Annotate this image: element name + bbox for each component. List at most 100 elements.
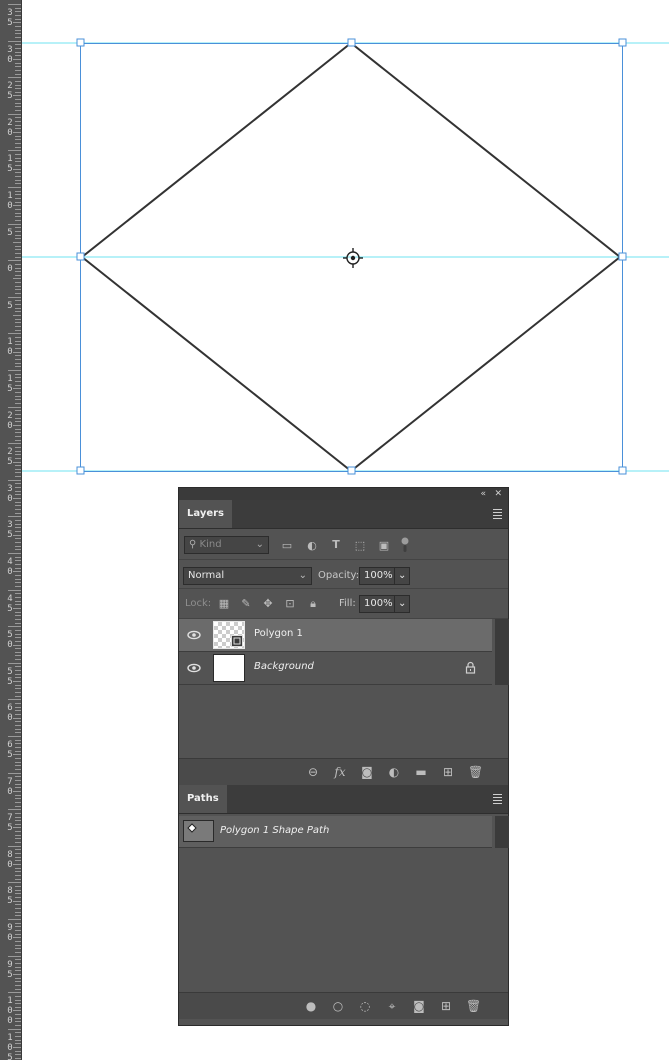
ruler-tick: [15, 1054, 21, 1055]
ruler-tick: [8, 516, 21, 517]
ruler-tick: [15, 246, 21, 247]
ruler-tick: [15, 33, 21, 34]
ruler-tick: [15, 366, 21, 367]
ruler-tick: [15, 128, 21, 129]
ruler-tick: [15, 454, 21, 455]
visibility-eye-icon[interactable]: [187, 629, 201, 641]
ruler-tick: [15, 612, 21, 613]
ruler-tick: [15, 1014, 21, 1015]
ruler-tick: [15, 337, 21, 338]
ruler-label: 3 5: [7, 520, 13, 541]
blend-mode-select[interactable]: Normal ⌄: [183, 567, 312, 585]
ruler-tick: [15, 692, 21, 693]
ruler-tick: [15, 945, 21, 946]
tab-layers[interactable]: Layers: [179, 500, 232, 528]
path-name[interactable]: Polygon 1 Shape Path: [220, 825, 329, 836]
layers-panel-menu-icon[interactable]: [493, 509, 502, 521]
work-path-icon[interactable]: ⌖: [385, 999, 399, 1013]
vertical-ruler[interactable]: 3 5 3 0 2 5 2 0 1 5 1 0 5 0 5 1 0 1 5 2 0 2 5 3 0 3 5 4…: [0, 0, 22, 1063]
ruler-tick: [15, 879, 21, 880]
ruler-tick: [13, 681, 21, 682]
ruler-tick: [13, 205, 21, 206]
ruler-tick: [15, 765, 21, 766]
ruler-tick: [15, 253, 21, 254]
ruler-tick: [15, 623, 21, 624]
opacity-dropdown-chevron-icon[interactable]: ⌄: [394, 567, 410, 585]
ruler-tick: [15, 652, 21, 653]
handle-bottom-center: [347, 466, 356, 475]
lock-transparent-pixels-icon[interactable]: ▦: [218, 598, 230, 610]
ruler-tick: [15, 549, 21, 550]
tab-paths[interactable]: Paths: [179, 785, 227, 813]
collapse-panel-icon[interactable]: «: [480, 488, 486, 500]
paths-tabbar: Paths: [179, 785, 508, 814]
ruler-tick: [15, 348, 21, 349]
ruler-tick: [15, 934, 21, 935]
trash-icon[interactable]: 🗑︎: [468, 765, 483, 779]
ruler-tick: [15, 180, 21, 181]
ruler-tick: [15, 1003, 21, 1004]
paths-panel-menu-icon[interactable]: [493, 794, 502, 806]
ruler-tick: [15, 1036, 21, 1037]
lock-artboard-icon[interactable]: ⊡: [284, 598, 296, 610]
fill-input[interactable]: 100%: [359, 595, 395, 613]
fill-dropdown-chevron-icon[interactable]: ⌄: [394, 595, 410, 613]
lock-image-pixels-icon[interactable]: ✎: [240, 598, 252, 610]
stroke-path-icon[interactable]: ○: [331, 999, 345, 1013]
paths-scrollbar[interactable]: [495, 816, 509, 848]
panel-title-strip[interactable]: « ✕: [179, 488, 508, 500]
ruler-tick: [15, 399, 21, 400]
filter-shape-layers-icon[interactable]: ⬚: [354, 540, 366, 552]
filter-adjustment-layers-icon[interactable]: ◐: [306, 540, 318, 552]
layer-name[interactable]: Background: [254, 661, 314, 672]
link-icon[interactable]: ⊖: [306, 765, 320, 779]
ruler-tick: [13, 791, 21, 792]
layer-row-polygon-1[interactable]: Polygon 1: [179, 619, 492, 652]
layers-footer: ⊖ fx ◙ ◐ ▬ ⊞ 🗑︎: [179, 758, 508, 785]
mask-icon[interactable]: ◙: [360, 765, 374, 779]
layer-kind-filter[interactable]: ⚲ Kind ⌄: [184, 536, 269, 554]
ruler-tick: [15, 121, 21, 122]
layer-name[interactable]: Polygon 1: [254, 628, 303, 639]
ruler-tick: [15, 330, 21, 331]
ruler-tick: [15, 615, 21, 616]
new-path-icon[interactable]: ⊞: [439, 999, 453, 1013]
ruler-tick: [15, 784, 21, 785]
ruler-tick: [15, 125, 21, 126]
ruler-tick: [15, 483, 21, 484]
lock-icon[interactable]: [465, 661, 476, 677]
fx-icon[interactable]: fx: [333, 765, 347, 779]
filter-pixel-layers-icon[interactable]: ▭: [281, 540, 293, 552]
ruler-tick: [15, 381, 21, 382]
ruler-tick: [13, 645, 21, 646]
filter-type-layers-icon[interactable]: T: [330, 539, 342, 551]
ruler-tick: [8, 773, 21, 774]
ruler-tick: [13, 535, 21, 536]
lock-position-icon[interactable]: ✥: [262, 598, 274, 610]
trash-icon[interactable]: 🗑︎: [466, 999, 481, 1013]
close-panel-icon[interactable]: ✕: [494, 488, 502, 500]
adjustment-icon[interactable]: ◐: [387, 765, 401, 779]
ruler-tick: [15, 593, 21, 594]
folder-icon[interactable]: ▬: [414, 765, 428, 779]
ruler-tick: [13, 462, 21, 463]
new-layer-icon[interactable]: ⊞: [441, 765, 455, 779]
ruler-tick: [15, 440, 21, 441]
ruler-tick: [15, 875, 21, 876]
ruler-tick: [15, 557, 21, 558]
ruler-tick: [13, 937, 21, 938]
path-row-polygon-1-shape-path[interactable]: Polygon 1 Shape Path: [179, 816, 492, 848]
filter-smart-objects-icon[interactable]: ▣: [378, 540, 390, 552]
lock-all-icon[interactable]: 🔒︎: [307, 598, 319, 610]
filter-toggle-switch[interactable]: [401, 537, 409, 552]
selection-icon[interactable]: ◌: [358, 999, 372, 1013]
reference-point-icon[interactable]: [343, 248, 363, 268]
ruler-tick: [15, 1040, 21, 1041]
layer-row-background[interactable]: Background: [179, 652, 492, 685]
visibility-eye-icon[interactable]: [187, 662, 201, 674]
fill-path-icon[interactable]: ●: [304, 999, 318, 1013]
layers-scrollbar[interactable]: [495, 619, 509, 685]
opacity-input[interactable]: 100%: [359, 567, 395, 585]
mask-icon[interactable]: ◙: [412, 999, 426, 1013]
ruler-tick: [8, 297, 21, 298]
